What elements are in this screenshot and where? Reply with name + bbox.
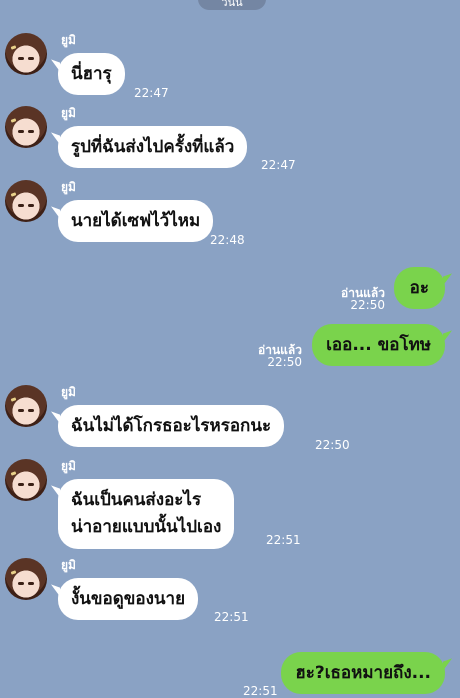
sender-name: ยูมิ	[61, 106, 76, 120]
message-bubble[interactable]: ฮะ?เธอหมายถึง...	[281, 652, 445, 694]
message-bubble[interactable]: รูปที่ฉันส่งไปครั้งที่แล้ว	[58, 126, 248, 168]
message-bubble[interactable]: นายได้เซฟไว้ไหม	[58, 200, 214, 242]
message-line: น่าอายแบบนั้นไปเอง	[71, 517, 222, 537]
avatar[interactable]	[5, 33, 47, 75]
message-bubble[interactable]: งั้นขอดูของนาย	[58, 578, 199, 620]
avatar[interactable]	[5, 385, 47, 427]
message-bubble[interactable]: เออ... ขอโทษ	[312, 324, 445, 366]
sender-name: ยูมิ	[61, 558, 76, 572]
message-line: ฉันเป็นคนส่งอะไร	[71, 490, 202, 510]
message-time: 22:48	[210, 233, 245, 247]
avatar[interactable]	[5, 106, 47, 148]
sender-name: ยูมิ	[61, 385, 76, 399]
message-bubble[interactable]: นี่ฮารุ	[58, 53, 125, 95]
message-time: 22:47	[261, 158, 296, 172]
message-time: 22:51	[214, 610, 249, 624]
sender-name: ยูมิ	[61, 459, 76, 473]
message-bubble[interactable]: ฉันเป็นคนส่งอะไร น่าอายแบบนั้นไปเอง	[58, 479, 235, 549]
message-time: 22:50	[315, 438, 350, 452]
avatar[interactable]	[5, 558, 47, 600]
message-bubble[interactable]: ฉันไม่ได้โกรธอะไรหรอกนะ	[58, 405, 285, 447]
message-time: 22:51	[266, 533, 301, 547]
sender-name: ยูมิ	[61, 180, 76, 194]
message-time: 22:50	[350, 298, 385, 312]
sender-name: ยูมิ	[61, 33, 76, 47]
message-time: 22:47	[134, 86, 169, 100]
date-separator: วันนี้	[198, 0, 266, 10]
avatar[interactable]	[5, 459, 47, 501]
avatar[interactable]	[5, 180, 47, 222]
message-bubble[interactable]: อะ	[393, 267, 445, 309]
message-time: 22:51	[243, 684, 278, 698]
message-time: 22:50	[267, 355, 302, 369]
